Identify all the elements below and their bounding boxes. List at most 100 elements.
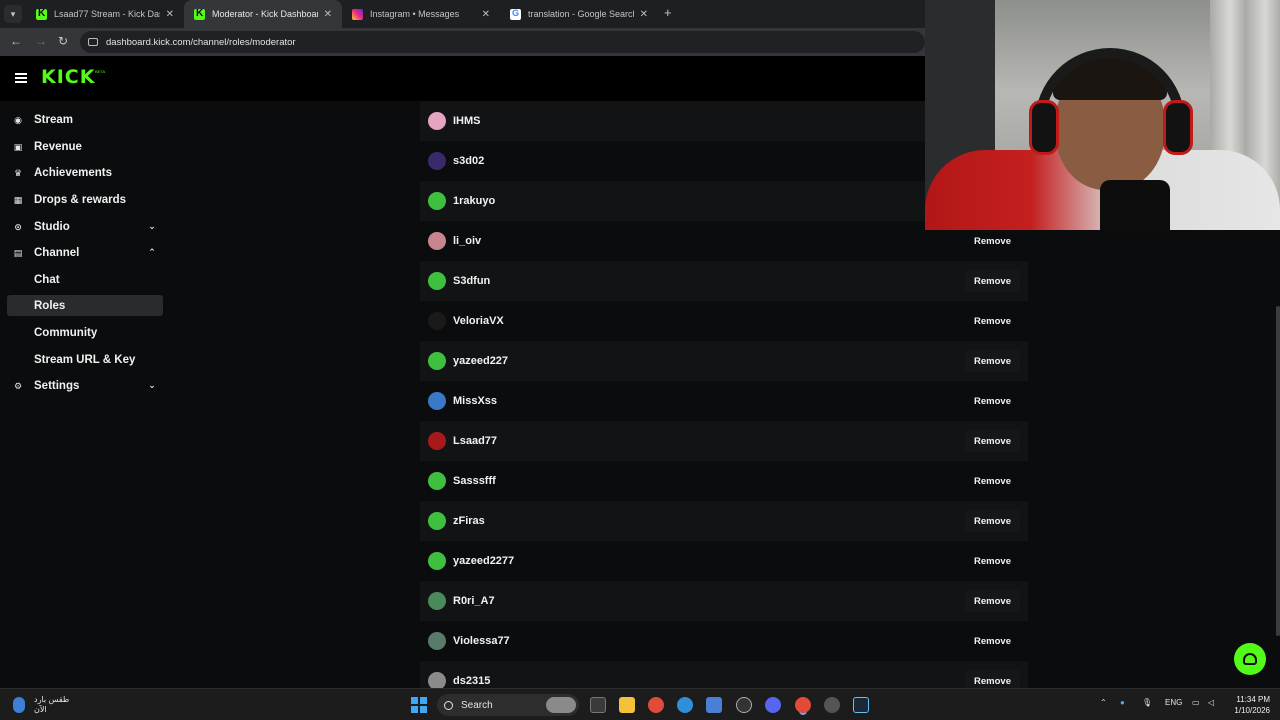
- sidebar-item-label: Achievements: [34, 166, 112, 179]
- remove-moderator-button[interactable]: Remove: [965, 390, 1020, 412]
- language-indicator[interactable]: ENG: [1165, 698, 1182, 707]
- store-icon[interactable]: [706, 697, 722, 713]
- remove-moderator-button[interactable]: Remove: [965, 270, 1020, 292]
- back-icon[interactable]: ←: [10, 34, 22, 48]
- sidebar-item-stream-url-key[interactable]: Stream URL & Key: [7, 349, 163, 370]
- moderator-username: Lsaad77: [453, 435, 498, 447]
- sidebar-item-channel[interactable]: ▤ Channel ⌃: [7, 242, 163, 263]
- steam-icon[interactable]: [853, 697, 869, 713]
- channel-icon: ▤: [13, 247, 23, 258]
- moderator-row: S3dfun Remove: [420, 261, 1028, 301]
- sidebar-item-settings[interactable]: ⚙ Settings ⌄: [7, 375, 163, 396]
- remove-moderator-button[interactable]: Remove: [965, 430, 1020, 452]
- moderator-row: Violessa77 Remove: [420, 621, 1028, 661]
- close-icon[interactable]: ✕: [324, 9, 332, 20]
- tab-instagram[interactable]: Instagram • Messages ✕: [342, 0, 500, 28]
- sidebar-item-community[interactable]: Community: [7, 322, 163, 343]
- show-hidden-icons-icon[interactable]: ⌃: [1100, 698, 1107, 707]
- remove-moderator-button[interactable]: Remove: [965, 670, 1020, 688]
- remove-moderator-button[interactable]: Remove: [965, 310, 1020, 332]
- sidebar-item-chat[interactable]: Chat: [7, 269, 163, 290]
- sidebar-item-label: Chat: [34, 273, 60, 286]
- obs-icon[interactable]: [736, 697, 752, 713]
- support-chat-button[interactable]: [1234, 643, 1266, 675]
- reload-icon[interactable]: ↻: [58, 34, 68, 48]
- avatar: [428, 272, 446, 290]
- remove-moderator-button[interactable]: Remove: [965, 230, 1020, 252]
- remove-moderator-button[interactable]: Remove: [965, 590, 1020, 612]
- network-icon[interactable]: ▭: [1192, 698, 1200, 707]
- kick-logo[interactable]: KICK: [41, 66, 95, 88]
- windows-start-icon[interactable]: [411, 697, 427, 713]
- moderator-row: MissXss Remove: [420, 381, 1028, 421]
- avatar: [428, 672, 446, 688]
- headset-earcup: [1163, 100, 1193, 155]
- tab-title: Lsaad77 Stream - Kick Dashboa: [54, 9, 160, 19]
- moderator-row: ds2315 Remove: [420, 661, 1028, 688]
- sidebar-item-studio[interactable]: ⊙ Studio ⌄: [7, 216, 163, 237]
- file-explorer-icon[interactable]: [619, 697, 635, 713]
- taskbar-search[interactable]: Search: [437, 694, 579, 716]
- moderator-username: Sasssfff: [453, 475, 496, 487]
- moderator-row: R0ri_A7 Remove: [420, 581, 1028, 621]
- weather-widget[interactable]: طقس بارد الآن: [34, 695, 69, 715]
- chrome-active-icon[interactable]: [795, 697, 811, 713]
- remove-moderator-button[interactable]: Remove: [965, 470, 1020, 492]
- sidebar-item-label: Community: [34, 326, 98, 339]
- clock-time: 11:34 PM: [1236, 695, 1270, 704]
- sidebar: ◉ Stream ▣ Revenue ♛ Achievements ▦ Drop…: [0, 101, 170, 688]
- address-bar[interactable]: dashboard.kick.com/channel/roles/moderat…: [80, 31, 925, 53]
- tab-lsaad77-stream[interactable]: Lsaad77 Stream - Kick Dashboa ✕: [26, 0, 184, 28]
- remove-moderator-button[interactable]: Remove: [965, 510, 1020, 532]
- menu-icon[interactable]: [15, 73, 27, 83]
- remove-moderator-button[interactable]: Remove: [965, 350, 1020, 372]
- new-tab-icon[interactable]: +: [664, 5, 672, 20]
- search-icon: [444, 700, 453, 710]
- moderator-username: MissXss: [453, 395, 498, 407]
- sidebar-item-drops-rewards[interactable]: ▦ Drops & rewards: [7, 189, 163, 210]
- edge-icon[interactable]: [677, 697, 693, 713]
- moderator-username: zFiras: [453, 515, 485, 527]
- tab-title: Instagram • Messages: [370, 9, 460, 19]
- page-scrollbar[interactable]: [1276, 306, 1280, 636]
- close-icon[interactable]: ✕: [482, 9, 490, 20]
- task-view-icon[interactable]: [590, 697, 606, 713]
- headset-earcup: [1029, 100, 1059, 155]
- close-icon[interactable]: ✕: [166, 9, 174, 20]
- stream-icon: ◉: [14, 114, 22, 125]
- avatar: [428, 312, 446, 330]
- instagram-icon: [352, 8, 363, 20]
- sidebar-item-label: Settings: [34, 379, 80, 392]
- remove-moderator-button[interactable]: Remove: [965, 550, 1020, 572]
- moderator-username: VeloriaVX: [453, 315, 504, 327]
- weather-icon[interactable]: [13, 697, 25, 713]
- sidebar-item-achievements[interactable]: ♛ Achievements: [7, 162, 163, 183]
- chrome-icon[interactable]: [648, 697, 664, 713]
- microphone-icon[interactable]: 🎙: [1142, 698, 1152, 707]
- google-icon: [510, 8, 521, 20]
- url-text: dashboard.kick.com/channel/roles/moderat…: [106, 36, 296, 48]
- close-icon[interactable]: ✕: [640, 9, 648, 20]
- tab-google-search[interactable]: translation - Google Search ✕: [500, 0, 658, 28]
- drops-icon: ▦: [13, 194, 23, 205]
- avatar: [428, 432, 446, 450]
- site-info-icon[interactable]: [88, 38, 98, 46]
- volume-icon[interactable]: ◁: [1208, 698, 1214, 707]
- forward-icon[interactable]: →: [35, 34, 47, 48]
- moderator-row: Sasssfff Remove: [420, 461, 1028, 501]
- tray-app-icon[interactable]: ●: [1120, 698, 1125, 707]
- sidebar-item-roles[interactable]: Roles: [7, 295, 163, 316]
- tab-moderator[interactable]: Moderator - Kick Dashboard ✕: [184, 0, 342, 28]
- tab-search-button[interactable]: ▾: [4, 5, 22, 23]
- avatar: [428, 392, 446, 410]
- system-clock[interactable]: 11:34 PM 1/10/2026: [1226, 694, 1270, 716]
- sidebar-item-stream[interactable]: ◉ Stream: [7, 109, 163, 130]
- sidebar-item-revenue[interactable]: ▣ Revenue: [7, 136, 163, 157]
- kick-icon: [36, 8, 47, 20]
- chevron-up-icon: ⌃: [148, 247, 156, 257]
- avatar: [428, 632, 446, 650]
- discord-icon[interactable]: [765, 697, 781, 713]
- remove-moderator-button[interactable]: Remove: [965, 630, 1020, 652]
- gear-icon: ⚙: [13, 380, 23, 391]
- app-icon[interactable]: [824, 697, 840, 713]
